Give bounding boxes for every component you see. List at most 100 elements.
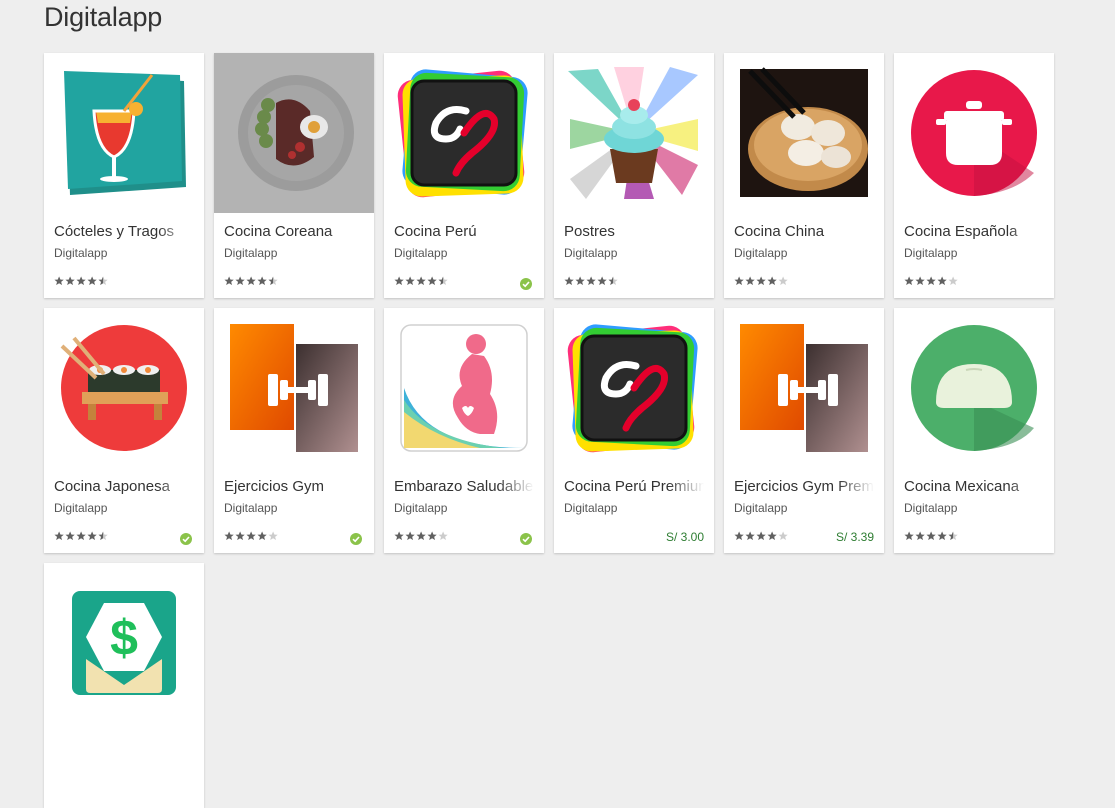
- star-icon: [98, 276, 108, 286]
- app-price[interactable]: S/ 3.39: [836, 530, 874, 544]
- star-icon: [405, 531, 415, 541]
- app-title[interactable]: Ejercicios Gym Premium: [734, 478, 874, 495]
- star-icon: [427, 276, 437, 286]
- app-title[interactable]: Postres: [564, 223, 704, 240]
- app-thumbnail[interactable]: [724, 308, 884, 468]
- korean-plate-icon: [238, 75, 354, 191]
- app-developer[interactable]: Digitalapp: [224, 501, 277, 515]
- app-card-peru-premium[interactable]: Cocina Perú Premium Digitalapp S/ 3.00: [554, 308, 714, 553]
- app-thumbnail[interactable]: [214, 308, 374, 468]
- app-thumbnail[interactable]: [554, 53, 714, 213]
- star-icon: [98, 531, 108, 541]
- app-card-espanola[interactable]: Cocina Española Digitalapp: [894, 53, 1054, 298]
- app-developer[interactable]: Digitalapp: [394, 501, 447, 515]
- app-thumbnail[interactable]: [384, 308, 544, 468]
- star-icon: [904, 531, 914, 541]
- star-icon: [575, 276, 585, 286]
- app-card-coreana[interactable]: Cocina Coreana Digitalapp: [214, 53, 374, 298]
- app-card-china[interactable]: Cocina China Digitalapp: [724, 53, 884, 298]
- app-card-postres[interactable]: Postres Digitalapp: [554, 53, 714, 298]
- star-icon: [734, 276, 744, 286]
- star-icon: [224, 276, 234, 286]
- app-developer[interactable]: Digitalapp: [564, 246, 617, 260]
- star-icon: [405, 276, 415, 286]
- app-thumbnail[interactable]: [894, 53, 1054, 213]
- app-card-embarazo[interactable]: Embarazo Saludable Digitalapp: [384, 308, 544, 553]
- svg-text:$: $: [110, 610, 138, 666]
- star-icon: [257, 531, 267, 541]
- installed-check-icon: [180, 532, 192, 545]
- app-title[interactable]: Cocina Española: [904, 223, 1044, 240]
- star-icon: [745, 276, 755, 286]
- star-icon: [597, 276, 607, 286]
- app-title[interactable]: Cocina Mexicana: [904, 478, 1044, 495]
- rating-stars-graphic: [394, 531, 448, 541]
- star-icon: [87, 531, 97, 541]
- app-thumbnail[interactable]: [44, 308, 204, 468]
- app-thumbnail[interactable]: [214, 53, 374, 213]
- app-price[interactable]: S/ 3.00: [666, 530, 704, 544]
- rating-stars-graphic: [224, 531, 278, 541]
- app-developer[interactable]: Digitalapp: [904, 501, 957, 515]
- star-icon: [608, 276, 618, 286]
- app-developer[interactable]: Digitalapp: [54, 246, 107, 260]
- star-icon: [948, 276, 958, 286]
- app-card-gym[interactable]: Ejercicios Gym Digitalapp: [214, 308, 374, 553]
- star-icon: [915, 531, 925, 541]
- app-title[interactable]: Cocina China: [734, 223, 874, 240]
- rating-stars: [394, 530, 464, 542]
- rating-stars: [734, 275, 804, 287]
- rating-stars: [224, 530, 294, 542]
- app-thumbnail[interactable]: [724, 53, 884, 213]
- star-icon: [438, 531, 448, 541]
- app-card-finanzas[interactable]: $: [44, 563, 204, 808]
- cp-logo-icon: [397, 69, 528, 198]
- star-icon: [937, 531, 947, 541]
- pregnancy-icon: [400, 324, 528, 452]
- rating-stars: [734, 530, 804, 542]
- star-icon: [926, 531, 936, 541]
- star-icon: [54, 531, 64, 541]
- rating-stars: [394, 275, 464, 287]
- app-card-peru[interactable]: Cocina Perú Digitalapp: [384, 53, 544, 298]
- app-thumbnail[interactable]: [554, 308, 714, 468]
- star-icon: [586, 276, 596, 286]
- app-title[interactable]: Cocina Perú: [394, 223, 534, 240]
- star-icon: [54, 276, 64, 286]
- cupcake-icon: [568, 67, 698, 199]
- installed-check-icon: [520, 532, 532, 545]
- app-developer[interactable]: Digitalapp: [904, 246, 957, 260]
- app-developer[interactable]: Digitalapp: [394, 246, 447, 260]
- app-title[interactable]: Cocina Coreana: [224, 223, 364, 240]
- star-icon: [564, 276, 574, 286]
- app-developer[interactable]: Digitalapp: [734, 501, 787, 515]
- app-title[interactable]: Cócteles y Tragos: [54, 223, 194, 240]
- dumplings-icon: [740, 67, 868, 197]
- app-card-mexicana[interactable]: Cocina Mexicana Digitalapp: [894, 308, 1054, 553]
- app-thumbnail[interactable]: [384, 53, 544, 213]
- app-thumbnail[interactable]: [894, 308, 1054, 468]
- app-developer[interactable]: Digitalapp: [54, 501, 107, 515]
- star-icon: [767, 276, 777, 286]
- app-card-japonesa[interactable]: Cocina Japonesa Digitalapp: [44, 308, 204, 553]
- app-title[interactable]: Embarazo Saludable: [394, 478, 534, 495]
- star-icon: [778, 276, 788, 286]
- app-developer[interactable]: Digitalapp: [224, 246, 277, 260]
- star-icon: [87, 276, 97, 286]
- app-title[interactable]: Ejercicios Gym: [224, 478, 364, 495]
- app-card-gym-premium[interactable]: Ejercicios Gym Premium Digitalapp S/ 3.3…: [724, 308, 884, 553]
- rating-stars-graphic: [224, 276, 278, 286]
- app-title[interactable]: Cocina Japonesa: [54, 478, 194, 495]
- app-card-cocteles[interactable]: Cócteles y Tragos Digitalapp: [44, 53, 204, 298]
- app-thumbnail[interactable]: [44, 53, 204, 213]
- rating-stars: [54, 275, 124, 287]
- rating-stars: [54, 530, 124, 542]
- rating-stars-graphic: [904, 276, 958, 286]
- star-icon: [394, 276, 404, 286]
- app-title[interactable]: Cocina Perú Premium: [564, 478, 704, 495]
- cocktail-icon: [64, 71, 186, 195]
- star-icon: [745, 531, 755, 541]
- app-developer[interactable]: Digitalapp: [734, 246, 787, 260]
- app-thumbnail[interactable]: $: [44, 563, 204, 723]
- app-developer[interactable]: Digitalapp: [564, 501, 617, 515]
